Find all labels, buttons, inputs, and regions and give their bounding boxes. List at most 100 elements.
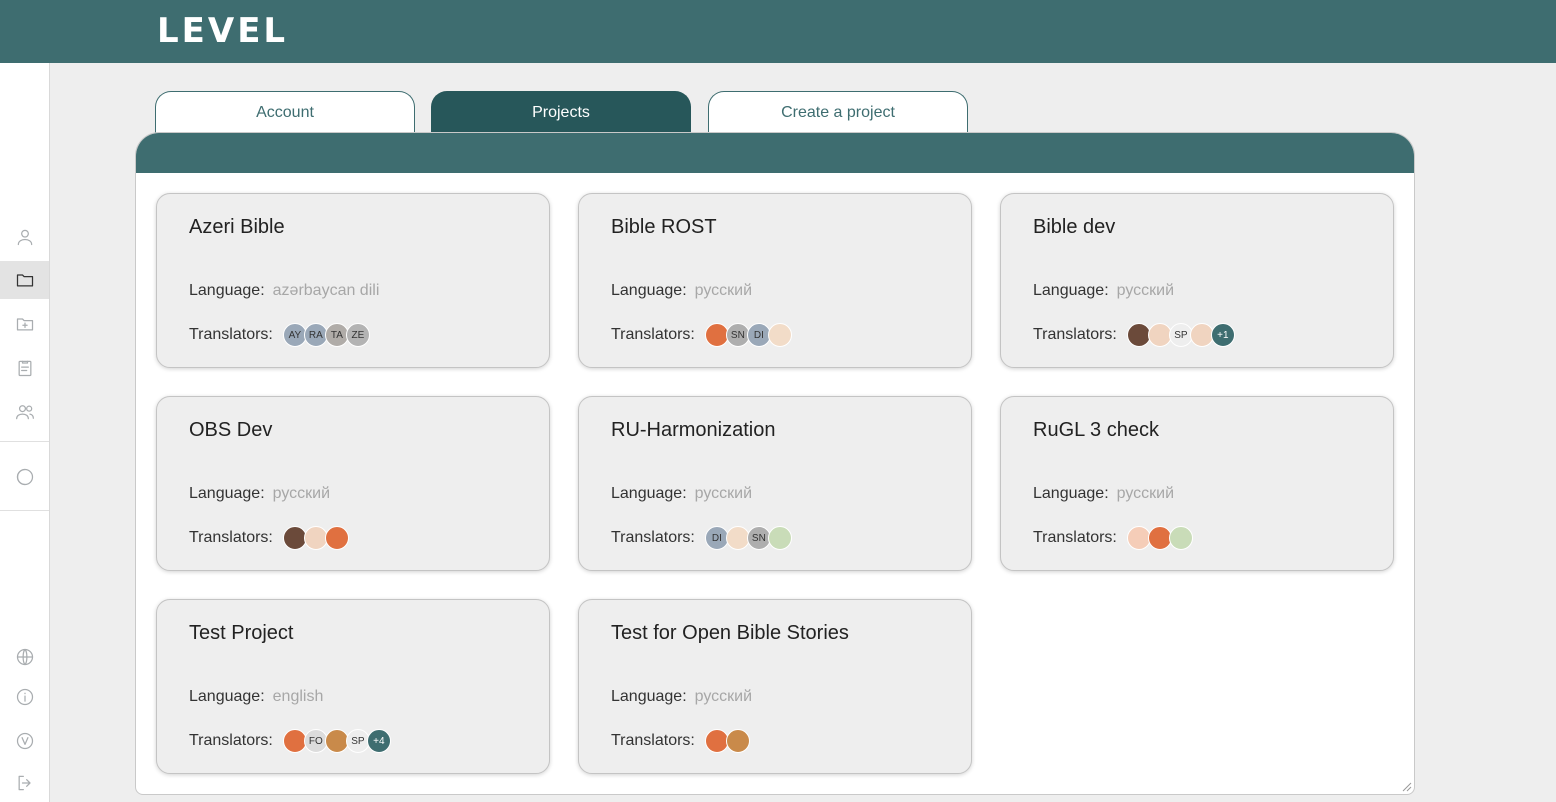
language-label: Language:	[611, 688, 687, 705]
translators-label: Translators:	[611, 732, 695, 749]
avatar	[767, 323, 792, 347]
info-icon	[16, 688, 33, 706]
language-value: русский	[272, 485, 331, 502]
project-card[interactable]: Test Project Language: english Translators:…	[156, 599, 550, 774]
project-language-row: Language: русский	[1033, 282, 1174, 300]
globe-icon	[16, 648, 33, 666]
project-card[interactable]: Test for Open Bible Stories Language: русс…	[578, 599, 972, 774]
translators-label: Translators:	[611, 529, 695, 546]
language-value: english	[272, 688, 324, 705]
translator-avatars	[704, 729, 750, 753]
sidebar-item-account[interactable]	[0, 218, 49, 256]
translators-label: Translators:	[611, 326, 695, 343]
project-translators-row: Translators: SN DI	[611, 322, 792, 348]
project-language-row: Language: azərbaycan dili	[189, 282, 379, 300]
more-translators-badge: +4	[366, 729, 391, 753]
folder-plus-icon	[16, 318, 33, 331]
project-language-row: Language: русский	[189, 485, 330, 503]
project-translators-row: Translators: SP +1	[1033, 322, 1235, 348]
sidebar-item-users[interactable]	[0, 393, 49, 431]
version-icon	[16, 732, 33, 750]
project-title[interactable]: RuGL 3 check	[1033, 419, 1159, 442]
avatar	[767, 526, 792, 550]
sidebar-divider	[0, 510, 49, 511]
language-value: русский	[694, 282, 753, 299]
project-card[interactable]: OBS Dev Language: русский Translators:	[156, 396, 550, 571]
project-translators-row: Translators:	[189, 525, 349, 551]
project-card[interactable]: Azeri Bible Language: azərbaycan dili Trans…	[156, 193, 550, 368]
avatar	[1168, 526, 1193, 550]
project-card[interactable]: Bible ROST Language: русский Translators: SN…	[578, 193, 972, 368]
project-language-row: Language: русский	[611, 485, 752, 503]
sidebar-item-theme[interactable]	[0, 458, 49, 496]
avatar	[324, 526, 349, 550]
project-card[interactable]: Bible dev Language: русский Translators: SP +…	[1000, 193, 1394, 368]
project-translators-row: Translators:	[1033, 525, 1193, 551]
translators-label: Translators:	[1033, 326, 1117, 343]
translator-avatars: SN DI	[704, 323, 792, 347]
language-label: Language:	[189, 688, 265, 705]
project-title[interactable]: OBS Dev	[189, 419, 272, 442]
sidebar-item-language[interactable]	[0, 638, 49, 676]
translator-avatars: FO SP +4	[282, 729, 391, 753]
tab-create-project[interactable]: Create a project	[708, 91, 968, 133]
project-language-row: Language: english	[189, 688, 323, 706]
users-icon	[15, 405, 34, 420]
tab-projects[interactable]: Projects	[431, 91, 691, 133]
language-label: Language:	[611, 485, 687, 502]
language-label: Language:	[189, 485, 265, 502]
avatar	[725, 729, 750, 753]
language-value: русский	[1116, 485, 1175, 502]
avatar: ZE	[345, 323, 370, 347]
project-translators-row: Translators: FO SP +4	[189, 728, 391, 754]
language-label: Language:	[1033, 282, 1109, 299]
project-translators-row: Translators:	[611, 728, 750, 754]
clipboard-icon	[18, 360, 31, 377]
translators-label: Translators:	[189, 529, 273, 546]
panel-header	[136, 133, 1414, 173]
translators-label: Translators:	[1033, 529, 1117, 546]
app-logo[interactable]: LEVEL	[157, 14, 288, 48]
language-value: azərbaycan dili	[272, 282, 380, 299]
project-title[interactable]: Bible ROST	[611, 216, 717, 239]
top-bar: LEVEL	[0, 0, 1556, 63]
language-value: русский	[694, 485, 753, 502]
project-language-row: Language: русский	[1033, 485, 1174, 503]
translators-label: Translators:	[189, 326, 273, 343]
resize-handle-icon[interactable]	[1400, 780, 1412, 792]
sidebar-item-version[interactable]	[0, 722, 49, 760]
language-value: русский	[1116, 282, 1175, 299]
language-label: Language:	[189, 282, 265, 299]
project-translators-row: Translators: AY RA TA ZE	[189, 322, 370, 348]
language-label: Language:	[1033, 485, 1109, 502]
project-language-row: Language: русский	[611, 282, 752, 300]
project-title[interactable]: Test Project	[189, 622, 293, 645]
project-title[interactable]: Azeri Bible	[189, 216, 285, 239]
folder-icon	[16, 274, 33, 287]
sidebar-item-projects[interactable]	[0, 261, 49, 299]
projects-panel: Azeri Bible Language: azərbaycan dili Trans…	[135, 132, 1415, 795]
user-icon	[17, 229, 32, 246]
translator-avatars	[282, 526, 349, 550]
translators-label: Translators:	[189, 732, 273, 749]
translator-avatars: DI SN	[704, 526, 792, 550]
sidebar	[0, 63, 50, 802]
project-title[interactable]: Bible dev	[1033, 216, 1115, 239]
project-title[interactable]: RU-Harmonization	[611, 419, 776, 442]
sidebar-item-create-project[interactable]	[0, 305, 49, 343]
tab-account[interactable]: Account	[155, 91, 415, 133]
language-label: Language:	[611, 282, 687, 299]
sidebar-item-about[interactable]	[0, 678, 49, 716]
theme-toggle-icon	[16, 468, 33, 486]
logout-icon	[18, 775, 31, 791]
project-title[interactable]: Test for Open Bible Stories	[611, 622, 849, 645]
sidebar-item-notes[interactable]	[0, 349, 49, 387]
translator-avatars: AY RA TA ZE	[282, 323, 370, 347]
project-card[interactable]: RuGL 3 check Language: русский Translators:	[1000, 396, 1394, 571]
project-translators-row: Translators: DI SN	[611, 525, 792, 551]
project-card[interactable]: RU-Harmonization Language: русский Translat…	[578, 396, 972, 571]
sidebar-item-logout[interactable]	[0, 764, 49, 802]
translator-avatars: SP +1	[1126, 323, 1235, 347]
project-language-row: Language: русский	[611, 688, 752, 706]
sidebar-divider	[0, 441, 49, 442]
